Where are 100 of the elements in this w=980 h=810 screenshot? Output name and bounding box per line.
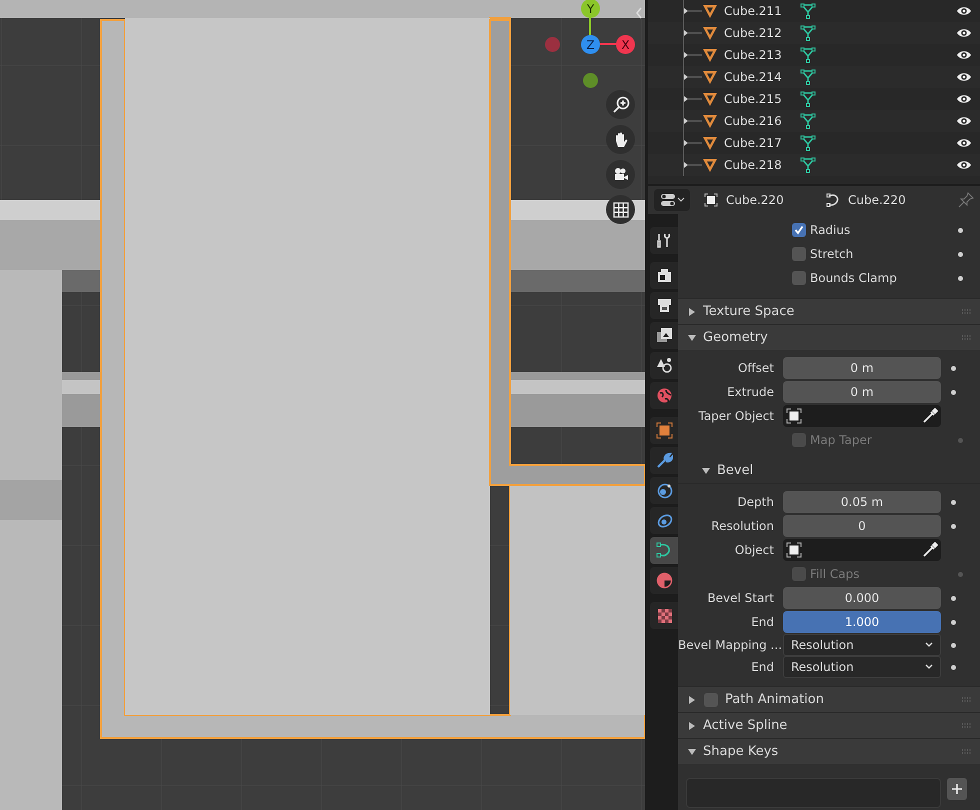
object-field[interactable]	[783, 539, 941, 561]
drag-handle-icon[interactable]	[962, 308, 972, 314]
expand-arrow-icon[interactable]	[684, 7, 702, 15]
checkbox[interactable]	[792, 223, 806, 237]
object-name: Cube.220	[726, 192, 785, 209]
chevron-icon	[925, 664, 933, 670]
image-stack-icon	[656, 327, 672, 344]
eye-icon[interactable]	[956, 5, 972, 17]
checkbox-label: Fill Caps	[810, 566, 860, 583]
mesh-data-icon[interactable]	[800, 91, 816, 107]
object-name: Cube.217	[724, 135, 783, 152]
mesh-data-icon[interactable]	[800, 113, 816, 129]
panel-header[interactable]: Shape Keys	[678, 738, 980, 764]
expand-arrow-icon[interactable]	[684, 51, 702, 59]
mesh-data-icon[interactable]	[800, 3, 816, 19]
drag-handle-icon[interactable]	[962, 722, 972, 728]
expanded-arrow-icon[interactable]	[688, 748, 696, 756]
eye-icon[interactable]	[956, 27, 972, 39]
mesh-object-icon	[702, 47, 718, 63]
expand-arrow-icon[interactable]	[684, 117, 702, 125]
collapsed-arrow-icon[interactable]	[688, 308, 696, 316]
number-field[interactable]: 0.05 m	[783, 491, 941, 513]
chevron-icon	[676, 197, 684, 203]
eye-icon[interactable]	[956, 93, 972, 105]
drag-handle-icon[interactable]	[962, 334, 972, 340]
object-name: Cube.213	[724, 47, 783, 64]
object-field[interactable]	[783, 405, 941, 427]
object-name: Cube.218	[724, 157, 783, 174]
expand-arrow-icon[interactable]	[684, 29, 702, 37]
object-icon	[786, 408, 802, 424]
properties-tab[interactable]	[650, 322, 678, 349]
checkbox-label: Stretch	[810, 246, 854, 263]
add-button[interactable]	[947, 778, 967, 800]
eye-icon[interactable]	[956, 137, 972, 149]
mesh-object-icon	[702, 113, 718, 129]
mesh-object-icon	[702, 157, 718, 173]
mesh-data-icon[interactable]	[800, 47, 816, 63]
expanded-arrow-icon[interactable]	[688, 334, 696, 342]
expand-arrow-icon[interactable]	[684, 139, 702, 147]
checkbox[interactable]	[792, 247, 806, 261]
number-field[interactable]: 0 m	[783, 357, 941, 379]
particles-icon	[656, 482, 672, 499]
sphere-icon	[656, 572, 672, 589]
properties-tab[interactable]	[650, 477, 678, 504]
scene-icon	[656, 357, 672, 374]
eye-icon[interactable]	[956, 71, 972, 83]
dropdown[interactable]: Resolution	[783, 656, 941, 678]
object-name: Cube.212	[724, 25, 783, 42]
field-label: Offset	[736, 360, 775, 377]
field-label: End	[750, 614, 775, 631]
pin-icon[interactable]	[958, 192, 974, 208]
eye-icon[interactable]	[956, 159, 972, 171]
properties-tab[interactable]	[650, 262, 678, 289]
properties-tab[interactable]	[650, 292, 678, 319]
editor-type-button[interactable]	[654, 189, 690, 211]
plus-icon	[951, 783, 963, 795]
properties-tab[interactable]	[650, 417, 678, 444]
number-field[interactable]: 0	[783, 515, 941, 537]
panel-header[interactable]: Path Animation	[678, 686, 980, 712]
eye-icon[interactable]	[956, 115, 972, 127]
checkbox[interactable]	[792, 271, 806, 285]
collapsed-arrow-icon[interactable]	[688, 696, 696, 704]
panel-header[interactable]: Geometry	[678, 324, 980, 350]
mesh-object-icon	[702, 3, 718, 19]
mesh-data-icon[interactable]	[800, 157, 816, 173]
drag-handle-icon[interactable]	[962, 696, 972, 702]
subpanel-header[interactable]: Bevel	[678, 458, 980, 484]
data-name: Cube.220	[848, 192, 907, 209]
checkbox[interactable]	[704, 692, 718, 706]
object-name: Cube.216	[724, 113, 783, 130]
field-label: Extrude	[726, 384, 775, 401]
mesh-data-icon[interactable]	[800, 69, 816, 85]
properties-tab[interactable]	[650, 227, 678, 254]
expand-arrow-icon[interactable]	[684, 161, 702, 169]
properties-tab[interactable]	[650, 507, 678, 534]
object-name: Cube.215	[724, 91, 783, 108]
properties-tab[interactable]	[650, 352, 678, 379]
panel-header[interactable]: Active Spline	[678, 712, 980, 738]
curve-icon	[656, 542, 672, 559]
eyedropper-icon[interactable]	[922, 408, 938, 424]
properties-tab[interactable]	[650, 447, 678, 474]
panel-header[interactable]: Texture Space	[678, 298, 980, 324]
field-label: Taper Object	[697, 408, 775, 425]
globe-icon	[656, 387, 672, 404]
number-field[interactable]: 0.000	[783, 587, 941, 609]
eye-icon[interactable]	[956, 49, 972, 61]
eyedropper-icon[interactable]	[922, 542, 938, 558]
mesh-data-icon[interactable]	[800, 25, 816, 41]
expand-arrow-icon[interactable]	[684, 73, 702, 81]
expand-arrow-icon[interactable]	[684, 95, 702, 103]
mesh-data-icon[interactable]	[800, 135, 816, 151]
number-field[interactable]: 0 m	[783, 381, 941, 403]
dropdown[interactable]: Resolution	[783, 634, 941, 656]
collapsed-arrow-icon[interactable]	[688, 722, 696, 730]
chevron-icon	[925, 642, 933, 648]
orbit-icon	[656, 512, 672, 529]
expanded-arrow-icon[interactable]	[702, 466, 710, 474]
field-label: Bevel Mapping ...	[678, 637, 783, 654]
number-field[interactable]: 1.000	[783, 611, 941, 633]
drag-handle-icon[interactable]	[962, 748, 972, 754]
